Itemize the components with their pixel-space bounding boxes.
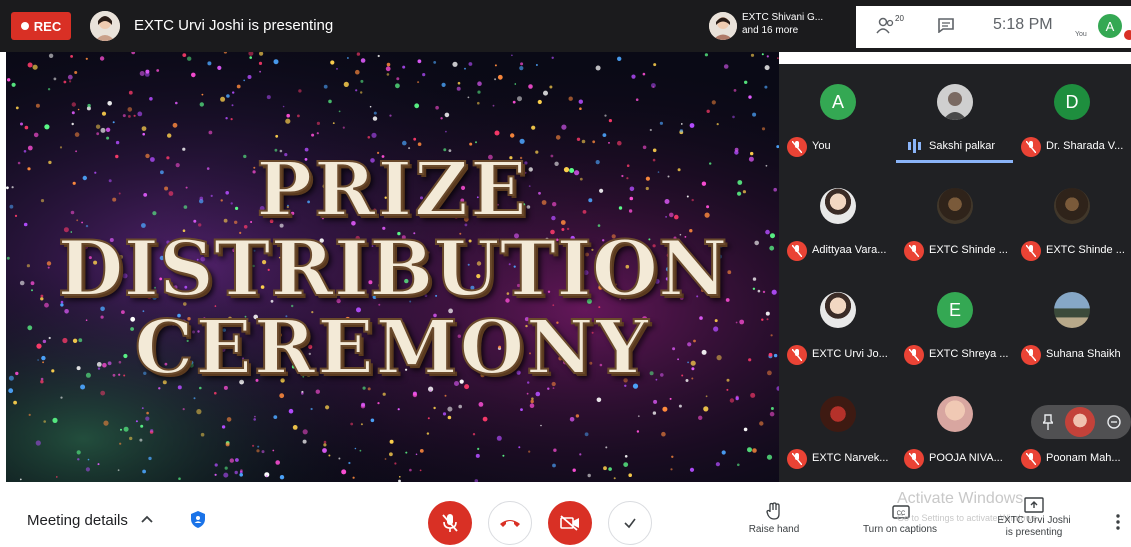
speaking-indicator-icon <box>908 139 921 153</box>
activation-watermark: Activate Windows <box>897 490 1024 507</box>
participant-name: EXTC Narvek... <box>812 452 889 464</box>
participant-name: Adittyaa Vara... <box>812 244 887 256</box>
participant-name: EXTC Shinde ... <box>1046 244 1125 256</box>
participant-tile[interactable]: POOJA NIVA... <box>896 376 1013 480</box>
presentation-stage: PRIZE DISTRIBUTION CEREMONY <box>6 52 779 482</box>
participant-name: EXTC Shinde ... <box>929 244 1008 256</box>
mic-off-icon <box>904 345 924 365</box>
avatar <box>937 396 973 432</box>
muted-indicator-icon <box>1124 30 1131 40</box>
participant-name: POOJA NIVA... <box>929 452 1003 464</box>
mic-off-icon <box>442 514 458 532</box>
participant-tile[interactable]: EXTC Narvek... <box>779 376 896 480</box>
participant-tile[interactable]: Sakshi palkar <box>896 64 1013 168</box>
camera-toggle-button[interactable] <box>548 501 592 545</box>
chat-icon[interactable] <box>937 17 955 33</box>
leave-call-button[interactable] <box>488 501 532 545</box>
presenter-avatar <box>90 11 120 41</box>
record-dot-icon <box>20 22 29 30</box>
participant-stack-line2: and 16 more <box>742 25 799 36</box>
raise-hand-label[interactable]: Raise hand <box>736 524 812 535</box>
participant-tile[interactable]: Suhana Shaikh <box>1013 272 1130 376</box>
more-options-icon[interactable] <box>1116 513 1120 531</box>
slide-title-line2: DISTRIBUTION <box>57 223 729 314</box>
avatar <box>1054 188 1090 224</box>
mic-off-icon <box>1021 241 1041 261</box>
clock: 5:18 PM <box>993 16 1053 33</box>
people-count-badge: 20 <box>895 14 904 23</box>
rec-label: REC <box>33 18 62 34</box>
present-screen-icon[interactable] <box>1024 497 1044 513</box>
participant-grid: A You Sakshi palkar D Dr. Sharada V... A… <box>779 64 1131 482</box>
shield-icon[interactable] <box>190 510 206 529</box>
captions-label[interactable]: Turn on captions <box>850 524 950 535</box>
active-speaker-bar <box>896 160 1013 163</box>
checkmark-icon <box>624 518 636 529</box>
top-bar: REC EXTC Urvi Joshi is presenting EXTC S… <box>0 0 1131 52</box>
participant-tile[interactable]: EXTC Shinde ... <box>1013 168 1130 272</box>
participant-name: Poonam Mah... <box>1046 452 1121 464</box>
microphone-toggle-button[interactable] <box>428 501 472 545</box>
participant-name: Sakshi palkar <box>929 140 996 152</box>
mic-off-icon <box>787 137 807 157</box>
avatar: D <box>1054 84 1090 120</box>
participant-tile[interactable]: A You <box>779 64 896 168</box>
participant-tile[interactable]: EXTC Urvi Jo... <box>779 272 896 376</box>
avatar <box>820 396 856 432</box>
participant-name: Suhana Shaikh <box>1046 348 1121 360</box>
participant-stack-avatar[interactable] <box>709 12 737 40</box>
presenting-line1: EXTC Urvi Joshi <box>997 515 1071 526</box>
phone-hangup-icon <box>500 520 520 527</box>
mic-off-icon <box>787 449 807 469</box>
meet-window: REC EXTC Urvi Joshi is presenting EXTC S… <box>0 0 1131 547</box>
presenting-button[interactable]: EXTC Urvi Joshi is presenting <box>982 515 1086 539</box>
avatar <box>1054 292 1090 328</box>
bottom-bar: Meeting details Raise hand CC Turn on ca… <box>0 482 1131 547</box>
remove-icon[interactable] <box>1107 415 1121 429</box>
avatar: E <box>937 292 973 328</box>
camera-off-icon <box>560 515 579 531</box>
raise-hand-icon[interactable] <box>766 502 782 520</box>
avatar <box>820 292 856 328</box>
participant-tile[interactable]: EXTC Shinde ... <box>896 168 1013 272</box>
participant-tile[interactable]: E EXTC Shreya ... <box>896 272 1013 376</box>
presenting-status: EXTC Urvi Joshi is presenting <box>134 17 334 34</box>
mic-off-icon <box>787 241 807 261</box>
mic-off-icon <box>1021 449 1041 469</box>
participant-tile[interactable]: Adittyaa Vara... <box>779 168 896 272</box>
tile-hover-controls[interactable] <box>1031 405 1131 439</box>
mic-off-icon <box>787 345 807 365</box>
participant-name: Dr. Sharada V... <box>1046 140 1124 152</box>
avatar <box>820 188 856 224</box>
meeting-details-button[interactable]: Meeting details <box>27 512 128 529</box>
participant-name: You <box>812 140 831 152</box>
chevron-up-icon[interactable] <box>140 514 154 524</box>
you-label: You <box>1075 31 1087 38</box>
participant-stack-line1: EXTC Shivani G... <box>742 12 824 23</box>
avatar: A <box>820 84 856 120</box>
mic-off-icon <box>904 449 924 469</box>
mic-off-icon <box>904 241 924 261</box>
avatar <box>1065 407 1095 437</box>
slide-title-line1: PRIZE <box>255 146 529 234</box>
recording-badge: REC <box>11 12 71 40</box>
slide-title-line3: CEREMONY <box>133 304 651 392</box>
self-avatar[interactable]: A <box>1098 14 1122 38</box>
pin-icon[interactable] <box>1043 414 1053 430</box>
participant-stack-label[interactable]: EXTC Shivani G... and 16 more <box>742 11 823 37</box>
options-button[interactable] <box>608 501 652 545</box>
mic-off-icon <box>1021 137 1041 157</box>
mic-off-icon <box>1021 345 1041 365</box>
participant-tile[interactable]: D Dr. Sharada V... <box>1013 64 1130 168</box>
presenting-line2: is presenting <box>1005 527 1063 538</box>
participant-name: EXTC Urvi Jo... <box>812 348 888 360</box>
avatar <box>937 188 973 224</box>
avatar <box>937 84 973 120</box>
participant-name: EXTC Shreya ... <box>929 348 1009 360</box>
